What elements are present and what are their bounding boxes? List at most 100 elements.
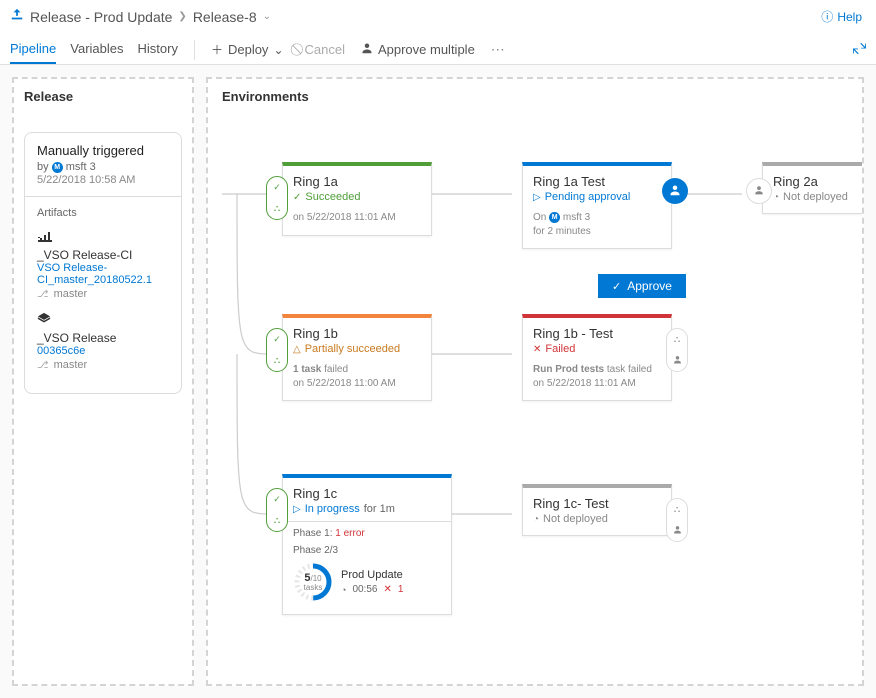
checkmark-icon: ✓ (612, 280, 621, 293)
phase2-line: Phase 2/3 (293, 545, 441, 556)
cancel-button[interactable]: ⃠ Cancel (300, 42, 345, 57)
branch-name: master (54, 288, 88, 300)
artifacts-title: Artifacts (37, 207, 169, 219)
release-icon (10, 8, 24, 25)
person-check-icon: ✓ (273, 334, 281, 345)
stage-post-approval-pill[interactable]: ⛬ (666, 498, 688, 542)
breadcrumb-current[interactable]: Release-8 (193, 9, 257, 25)
meta-user: msft 3 (563, 212, 590, 223)
release-trigger-card[interactable]: Manually triggered by M msft 3 5/22/2018… (24, 132, 182, 394)
artifact-link[interactable]: 00365c6e (37, 345, 169, 357)
separator (194, 40, 195, 60)
stage-name: Ring 1c (293, 486, 441, 501)
toolbar: Pipeline Variables History ＋ Deploy ⌄ ⃠ … (0, 31, 876, 65)
artifact-item[interactable]: _VSO Release-CI VSO Release-CI_master_20… (37, 227, 169, 300)
person-icon (361, 42, 373, 57)
gates-icon: ⛬ (274, 515, 280, 526)
stage-ring1c[interactable]: ✓ ⛬ Ring 1c ▷ In progress for 1m Phase 1… (282, 474, 452, 615)
gates-icon: ⛬ (674, 334, 680, 345)
branch-icon: ⎇ (37, 289, 49, 300)
approve-label: Approve (627, 279, 672, 293)
trigger-by-prefix: by (37, 161, 49, 173)
meta-rest: task failed (604, 364, 652, 375)
approve-button[interactable]: ✓ Approve (598, 274, 686, 298)
branch-name: master (54, 359, 88, 371)
stage-status: Partially succeeded (305, 343, 400, 355)
stage-pre-approval-pill[interactable]: ✓ ⛬ (266, 176, 288, 220)
donut-sub: tasks (304, 584, 323, 592)
warning-icon: △ (293, 344, 301, 355)
stage-meta: 1 task failed on 5/22/2018 11:00 AM (293, 363, 421, 390)
gates-icon: ⛬ (274, 203, 280, 214)
stage-status: In progress (305, 503, 360, 515)
tab-pipeline[interactable]: Pipeline (10, 35, 56, 64)
artifact-branch: ⎇ master (37, 359, 169, 371)
task-donut: 5/10 tasks (293, 562, 333, 602)
user-avatar-badge: M (549, 212, 560, 223)
artifact-branch: ⎇ master (37, 288, 169, 300)
artifact-item[interactable]: _VSO Release 00365c6e ⎇ master (37, 312, 169, 371)
stage-ring1b[interactable]: ✓ ⛬ Ring 1b △ Partially succeeded 1 task… (282, 314, 432, 401)
meta-line2: on 5/22/2018 11:01 AM (533, 378, 636, 389)
stage-pre-approval-pill[interactable]: ✓ ⛬ (266, 488, 288, 532)
breadcrumb: Release - Prod Update ❯ Release-8 ⌄ (10, 8, 271, 25)
stage-ring1c-test[interactable]: ⛬ Ring 1c- Test ◔ Not deployed (522, 484, 672, 536)
stage-approval-pill[interactable] (662, 178, 688, 204)
person-icon (673, 355, 682, 366)
breadcrumb-root[interactable]: Release - Prod Update (30, 9, 172, 25)
stage-ring2a[interactable]: Ring 2a ◔ Not deployed (762, 162, 864, 214)
help-link[interactable]: ⓘ Help (821, 8, 862, 25)
task-timer: 00:56 (352, 584, 377, 595)
stage-name: Ring 1c- Test (533, 496, 661, 511)
x-icon: ✕ (533, 344, 541, 355)
approve-multiple-label: Approve multiple (378, 42, 475, 57)
stage-name: Ring 1a Test (533, 174, 661, 189)
deploy-label: Deploy (228, 42, 268, 57)
build-artifact-icon (37, 227, 169, 246)
chevron-down-icon[interactable]: ⌄ (263, 11, 271, 22)
artifact-name: _VSO Release-CI (37, 248, 169, 262)
person-check-icon: ✓ (273, 494, 281, 505)
stage-pre-approval-pill[interactable]: ✓ ⛬ (266, 328, 288, 372)
stage-ring1a[interactable]: ✓ ⛬ Ring 1a ✓ Succeeded on 5/22/2018 11:… (282, 162, 432, 236)
meta-bold: Run Prod tests (533, 364, 604, 375)
chevron-down-icon: ⌄ (273, 43, 283, 57)
stage-status: Succeeded (305, 191, 360, 203)
play-icon: ▷ (533, 192, 541, 203)
chevron-right-icon: ❯ (178, 11, 186, 22)
more-menu[interactable]: ⋯ (491, 41, 506, 58)
environments-panel: Environments ✓ ⛬ Ring 1a ✓ S (206, 77, 864, 686)
gates-icon: ⛬ (274, 355, 280, 366)
task-progress-row: 5/10 tasks Prod Update ◔ 00:56 ✕ 1 (293, 562, 441, 602)
clock-icon: ◔ (341, 585, 346, 595)
phase1-error: 1 error (335, 528, 364, 539)
release-panel: Release Manually triggered by M msft 3 5… (12, 77, 194, 686)
approve-multiple-button[interactable]: Approve multiple (361, 42, 475, 57)
x-icon: ✕ (383, 584, 391, 595)
tab-variables[interactable]: Variables (70, 35, 123, 64)
trigger-title: Manually triggered (37, 143, 169, 158)
task-title: Prod Update (341, 569, 403, 581)
stage-pre-approval-pill[interactable] (746, 178, 772, 204)
trigger-timestamp: 5/22/2018 10:58 AM (37, 174, 169, 186)
tab-history[interactable]: History (138, 35, 178, 64)
artifact-link[interactable]: VSO Release-CI_master_20180522.1 (37, 262, 169, 286)
phase1-line: Phase 1: 1 error (293, 528, 441, 539)
trigger-by: by M msft 3 (37, 161, 169, 173)
stage-name: Ring 1b (293, 326, 421, 341)
fail-count: 1 (398, 584, 404, 595)
deploy-button[interactable]: ＋ Deploy ⌄ (211, 41, 284, 58)
play-icon: ▷ (293, 504, 301, 515)
clock-icon: ◔ (533, 514, 539, 525)
fullscreen-toggle[interactable] (853, 42, 866, 58)
release-section-title: Release (24, 89, 182, 104)
stage-ring1a-test[interactable]: Ring 1a Test ▷ Pending approval On M msf… (522, 162, 672, 249)
person-icon (754, 185, 764, 197)
cancel-label: Cancel (305, 42, 345, 57)
stage-ring1b-test[interactable]: ⛬ Ring 1b - Test ✕ Failed Run Prod tests… (522, 314, 672, 401)
divider (25, 196, 181, 197)
stage-post-approval-pill[interactable]: ⛬ (666, 328, 688, 372)
stage-status-suffix: for 1m (364, 503, 395, 515)
divider (283, 521, 451, 522)
person-check-icon: ✓ (273, 182, 281, 193)
